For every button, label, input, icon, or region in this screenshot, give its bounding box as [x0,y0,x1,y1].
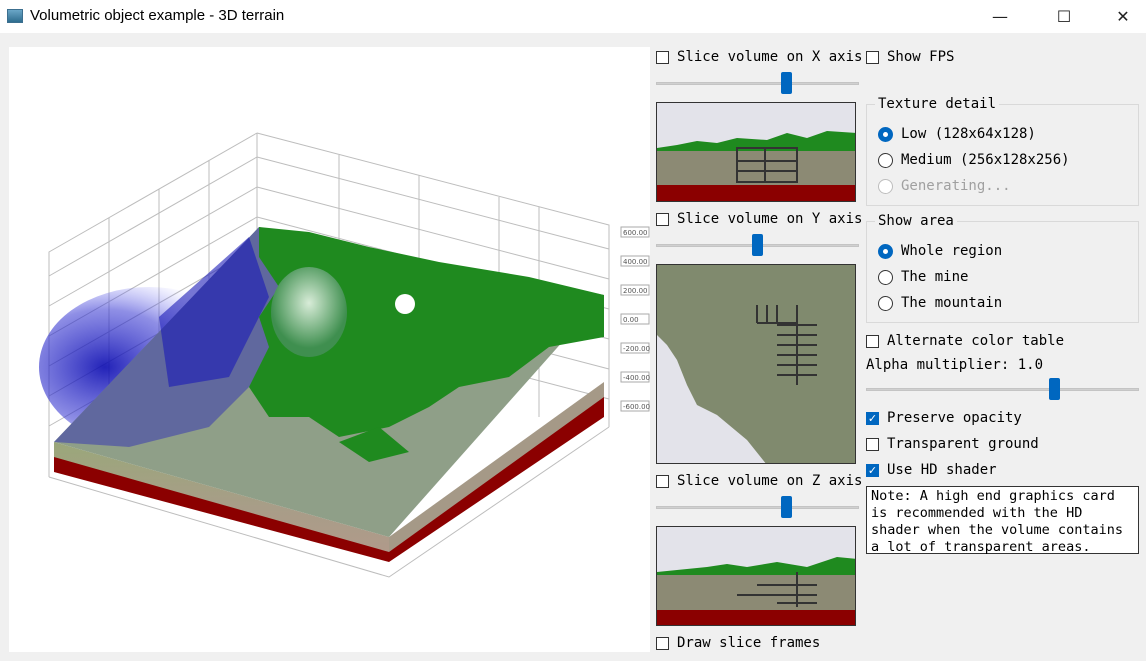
slice-x-checkbox[interactable]: Slice volume on X axis [656,47,862,67]
window-title: Volumetric object example - 3D terrain [30,7,285,24]
axis-label-200: 200.00 [623,287,648,295]
alternate-color-table-checkbox[interactable]: Alternate color table [866,331,1064,351]
slice-y-checkbox-box[interactable] [656,212,669,226]
slice-z-slider[interactable] [656,496,859,518]
texture-generating-radio: Generating... [878,176,1011,196]
minimize-icon: — [992,6,1008,26]
show-fps-label: Show FPS [887,49,955,65]
texture-low-radio-dot[interactable] [878,126,893,142]
slice-z-checkbox[interactable]: Slice volume on Z axis [656,471,862,491]
preserve-opacity-checkbox-box[interactable]: ✓ [866,411,879,425]
area-whole-region-radio[interactable]: Whole region [878,241,1002,261]
draw-slice-frames-checkbox-box[interactable] [656,636,669,650]
preserve-opacity-label: Preserve opacity [887,410,1022,426]
area-mountain-radio-dot[interactable] [878,295,893,311]
volume-3d-view[interactable]: 600.00 400.00 200.00 0.00 -200.00 -400.0… [9,47,650,652]
texture-detail-group: Texture detail Low (128x64x128) Medium (… [866,96,1139,206]
maximize-button[interactable]: ☐ [1041,0,1087,32]
use-hd-shader-checkbox-box[interactable]: ✓ [866,463,879,477]
draw-slice-frames-label: Draw slice frames [677,635,821,651]
use-hd-shader-label: Use HD shader [887,462,997,478]
slice-x-image [656,102,856,202]
texture-generating-radio-dot [878,178,893,194]
texture-medium-radio-dot[interactable] [878,152,893,168]
app-icon [7,9,23,23]
show-fps-checkbox[interactable]: Show FPS [866,47,954,67]
alternate-color-table-label: Alternate color table [887,333,1065,349]
axis-label-600: 600.00 [623,229,648,237]
axis-label-0: 0.00 [623,316,639,324]
slice-z-label: Slice volume on Z axis [677,473,863,489]
preserve-opacity-checkbox[interactable]: ✓ Preserve opacity [866,408,1022,428]
alpha-multiplier-slider[interactable] [866,378,1139,400]
axis-label-minus-600: -600.00 [623,403,650,411]
area-mine-radio-dot[interactable] [878,269,893,285]
slice-z-slider-handle[interactable] [781,496,792,518]
alpha-slider-track [866,388,1139,391]
slice-y-slider-handle[interactable] [752,234,763,256]
draw-slice-frames-checkbox[interactable]: Draw slice frames [656,633,820,653]
alpha-multiplier-label: Alpha multiplier: 1.0 [866,357,1044,373]
texture-low-radio[interactable]: Low (128x64x128) [878,124,1036,144]
light-source-marker [395,294,415,314]
texture-detail-title: Texture detail [875,96,1000,112]
show-area-group: Show area Whole region The mine The moun… [866,213,1139,323]
transparent-ground-checkbox-box[interactable] [866,437,879,451]
texture-generating-label: Generating... [901,178,1011,194]
close-button[interactable]: ✕ [1100,0,1146,32]
use-hd-shader-checkbox[interactable]: ✓ Use HD shader [866,460,997,480]
slice-y-slider[interactable] [656,234,859,256]
title-bar: Volumetric object example - 3D terrain —… [0,0,1146,33]
area-mountain-radio[interactable]: The mountain [878,293,1002,313]
slice-z-image [656,526,856,626]
slice-x-label: Slice volume on X axis [677,49,863,65]
texture-medium-label: Medium (256x128x256) [901,152,1070,168]
show-fps-checkbox-box[interactable] [866,50,879,64]
slice-z-checkbox-box[interactable] [656,474,669,488]
transparent-ground-label: Transparent ground [887,436,1039,452]
area-mountain-label: The mountain [901,295,1003,311]
close-icon: ✕ [1116,6,1130,26]
slice-x-slider-track [656,82,859,85]
area-whole-region-label: Whole region [901,243,1003,259]
alpha-slider-handle[interactable] [1049,378,1060,400]
slice-x-checkbox-box[interactable] [656,50,669,64]
slice-x-slider[interactable] [656,72,859,94]
alternate-color-table-checkbox-box[interactable] [866,334,879,348]
transparent-ground-checkbox[interactable]: Transparent ground [866,434,1039,454]
slice-y-image [656,264,856,464]
slice-y-label: Slice volume on Y axis [677,211,863,227]
slice-y-checkbox[interactable]: Slice volume on Y axis [656,209,862,229]
hd-shader-note: Note: A high end graphics card is recomm… [866,486,1139,555]
slice-z-slider-track [656,506,859,509]
area-mine-radio[interactable]: The mine [878,267,968,287]
axis-label-minus-200: -200.00 [623,345,650,353]
terrain-render: 600.00 400.00 200.00 0.00 -200.00 -400.0… [39,132,650,578]
slice-x-slider-handle[interactable] [781,72,792,94]
axis-label-minus-400: -400.00 [623,374,650,382]
minimize-button[interactable]: — [977,0,1023,32]
area-mine-label: The mine [901,269,969,285]
texture-medium-radio[interactable]: Medium (256x128x256) [878,150,1070,170]
maximize-icon: ☐ [1056,6,1072,26]
show-area-title: Show area [875,213,957,229]
area-whole-region-radio-dot[interactable] [878,243,893,259]
texture-low-label: Low (128x64x128) [901,126,1036,142]
axis-label-400: 400.00 [623,258,648,266]
mountain-peak [271,267,347,357]
